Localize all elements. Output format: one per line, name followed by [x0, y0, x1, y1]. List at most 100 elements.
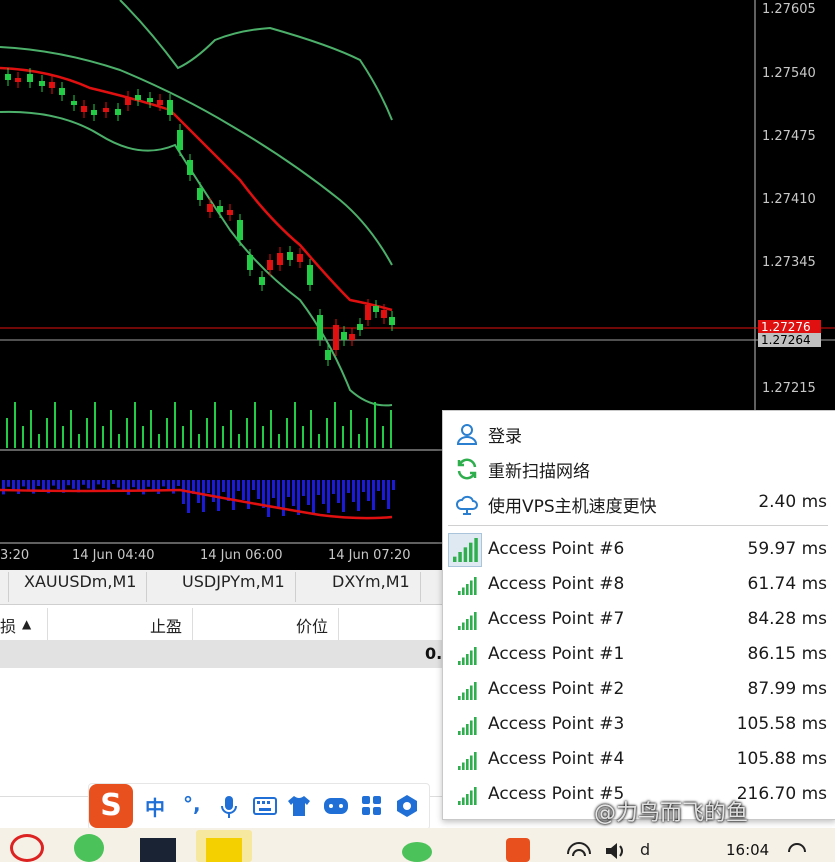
latency-value: 216.70 ms	[736, 784, 827, 804]
menu-item-label: Access Point #8	[488, 574, 625, 594]
tab-divider	[0, 572, 9, 602]
volume-bar	[118, 434, 120, 448]
moving-average-line	[0, 66, 393, 312]
macd-bar	[12, 480, 15, 491]
tab-xauusdm[interactable]: XAUUSDm,M1	[14, 572, 148, 602]
column-header-price[interactable]: 价位	[296, 613, 328, 637]
macd-bar	[157, 480, 160, 494]
price-axis-label: 1.27215	[762, 381, 816, 396]
macd-bar	[302, 480, 305, 496]
price-axis-label: 1.27475	[762, 129, 816, 144]
candle-body	[81, 106, 87, 112]
candle-body	[59, 88, 65, 95]
sogou-tray-icon[interactable]	[506, 838, 530, 862]
candle-body	[91, 110, 97, 115]
candle-body	[307, 265, 313, 285]
latency-value: 61.74 ms	[747, 574, 828, 594]
menu-item-access-point[interactable]: Access Point #6 59.97 ms	[443, 533, 835, 568]
app-icon[interactable]	[140, 838, 176, 862]
volume-bar	[206, 418, 208, 448]
macd-bar	[2, 480, 5, 495]
volume-bar	[302, 426, 304, 448]
menu-item-access-point[interactable]: Access Point #2 87.99 ms	[443, 673, 835, 708]
ime-punctuation[interactable]: °,	[183, 792, 201, 816]
macd-bar	[377, 480, 380, 491]
macd-bar	[122, 480, 125, 492]
gamepad-icon[interactable]	[323, 795, 349, 817]
time-axis-label: 14 Jun 06:00	[200, 548, 283, 563]
menu-item-label: 登录	[488, 427, 522, 447]
mic-icon[interactable]	[219, 795, 239, 819]
notification-icon[interactable]	[786, 842, 808, 862]
latency-value: 87.99 ms	[747, 679, 828, 699]
volume-bar	[166, 418, 168, 448]
macd-bar	[7, 480, 10, 487]
macd-bar	[42, 480, 45, 490]
menu-item-access-point[interactable]: Access Point #3 105.58 ms	[443, 708, 835, 743]
candle-body	[135, 95, 141, 100]
volume-bar	[222, 426, 224, 448]
wechat-icon[interactable]	[74, 834, 104, 862]
tab-dxym[interactable]: DXYm,M1	[322, 572, 421, 602]
apps-icon[interactable]	[361, 795, 383, 817]
watermark: @力鸟而飞的鱼	[594, 801, 749, 826]
candle-body	[247, 255, 253, 270]
volume-bar	[342, 426, 344, 448]
wechat-tray-icon[interactable]	[402, 842, 432, 862]
macd-bar	[72, 480, 75, 489]
volume-bar	[190, 410, 192, 448]
table-body	[0, 668, 445, 798]
menu-item-vps[interactable]: 使用VPS主机速度更快 2.40 ms	[443, 486, 835, 521]
volume-icon[interactable]	[604, 840, 628, 862]
table-row[interactable]: 0.	[0, 640, 445, 668]
menu-item-login[interactable]: 登录	[443, 416, 835, 451]
menu-item-label: Access Point #7	[488, 609, 625, 629]
signal-strength-icon	[458, 752, 477, 770]
settings-icon[interactable]	[395, 794, 419, 818]
active-app-slot[interactable]	[196, 830, 252, 862]
macd-bar	[257, 480, 260, 499]
menu-item-label: 使用VPS主机速度更快	[488, 497, 657, 517]
menu-item-access-point[interactable]: Access Point #4 105.88 ms	[443, 743, 835, 778]
network-icon[interactable]	[566, 842, 592, 862]
keyboard-icon[interactable]	[253, 797, 277, 815]
volume-bar	[6, 418, 8, 448]
column-header-tp[interactable]: 止盈	[150, 613, 182, 637]
volume-bar	[262, 426, 264, 448]
volume-bar	[78, 434, 80, 448]
macd-bar	[147, 480, 150, 487]
volume-bar	[134, 402, 136, 448]
volume-bar	[382, 426, 384, 448]
macd-bar	[52, 480, 55, 486]
macd-bar	[87, 480, 90, 489]
volume-bar	[62, 426, 64, 448]
latency-value: 59.97 ms	[747, 539, 828, 559]
price-axis-label: 1.27605	[762, 2, 816, 17]
app-icon[interactable]	[10, 834, 44, 862]
macd-bar	[117, 480, 120, 488]
shirt-icon[interactable]	[287, 795, 311, 817]
volume-bar	[110, 410, 112, 448]
latency-value: 2.40 ms	[758, 492, 827, 512]
signal-strength-icon	[458, 612, 477, 630]
volume-bar	[334, 402, 336, 448]
ime-mode-chinese[interactable]: 中	[145, 792, 165, 821]
volume-bar	[246, 418, 248, 448]
candle-body	[15, 78, 21, 82]
macd-bar	[287, 480, 290, 497]
macd-bar	[222, 480, 225, 492]
latency-value: 86.15 ms	[747, 644, 828, 664]
tab-usdjpym[interactable]: USDJPYm,M1	[172, 572, 296, 602]
sogou-logo-icon[interactable]: S	[89, 784, 133, 828]
menu-item-access-point[interactable]: Access Point #7 84.28 ms	[443, 603, 835, 638]
volume-bar	[54, 402, 56, 448]
sort-asc-icon[interactable]: ▲	[22, 617, 31, 631]
column-header-sl[interactable]: 损	[0, 613, 16, 637]
menu-item-access-point[interactable]: Access Point #8 61.74 ms	[443, 568, 835, 603]
clock-time[interactable]: 16:04	[726, 841, 769, 859]
menu-item-access-point[interactable]: Access Point #1 86.15 ms	[443, 638, 835, 673]
menu-item-rescan[interactable]: 重新扫描网络	[443, 451, 835, 486]
menu-separator	[448, 525, 828, 526]
cloud-icon	[455, 495, 478, 515]
candle-body	[365, 305, 371, 320]
